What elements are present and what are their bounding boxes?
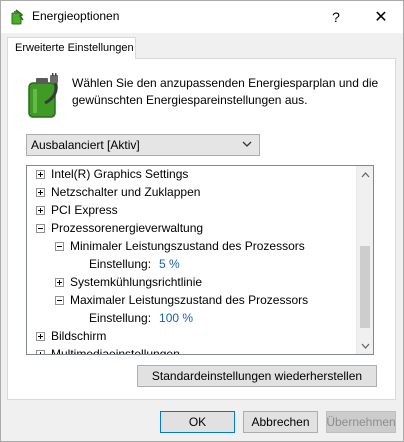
tree-item-label: Prozessorenergieverwaltung (51, 221, 204, 235)
power-plan-selected: Ausbalanciert [Aktiv] (31, 138, 140, 152)
tree-item-power-buttons[interactable]: Netzschalter und Zuklappen (36, 183, 200, 201)
tree-item-pci-express[interactable]: PCI Express (36, 201, 118, 219)
expand-plus-icon[interactable] (55, 277, 64, 287)
collapse-minus-icon[interactable] (36, 223, 45, 233)
settings-tree[interactable]: Intel(R) Graphics Settings Netzschalter … (26, 165, 374, 355)
close-button[interactable]: ✕ (359, 1, 403, 33)
ok-button[interactable]: OK (160, 411, 235, 433)
battery-plug-icon (28, 73, 58, 118)
apply-button[interactable]: Übernehmen (326, 411, 396, 433)
tree-item-processor-power[interactable]: Prozessorenergieverwaltung (36, 219, 203, 237)
collapse-minus-icon[interactable] (55, 295, 64, 305)
description-text: Wählen Sie den anzupassenden Energiespar… (72, 76, 379, 107)
expand-plus-icon[interactable] (36, 349, 45, 354)
scroll-down-arrow-icon[interactable] (357, 337, 373, 354)
expand-plus-icon[interactable] (36, 205, 45, 215)
tree-item-label: Systemkühlungsrichtlinie (70, 275, 203, 289)
tree-item-label: PCI Express (51, 203, 118, 217)
max-setting-value[interactable]: 100 % (159, 311, 193, 325)
min-setting-value[interactable]: 5 % (159, 257, 180, 271)
window-title: Energieoptionen (32, 9, 120, 23)
collapse-minus-icon[interactable] (55, 241, 64, 251)
tree-item-label: Netzschalter und Zuklappen (51, 185, 201, 199)
tree-item-label: Maximaler Leistungszustand des Prozessor… (70, 293, 309, 307)
tree-item-max-setting[interactable]: Einstellung: 100 % (89, 309, 193, 327)
tree-item-label: Minimaler Leistungszustand des Prozessor… (70, 239, 305, 253)
scroll-thumb[interactable] (360, 246, 370, 328)
energy-options-dialog: Energieoptionen ? ✕ Erweiterte Einstellu… (0, 0, 404, 442)
tree-item-intel-graphics[interactable]: Intel(R) Graphics Settings (36, 166, 189, 183)
power-plan-dropdown[interactable]: Ausbalanciert [Aktiv] (26, 134, 260, 156)
setting-label: Einstellung: (89, 257, 152, 271)
tree-item-min-setting[interactable]: Einstellung: 5 % (89, 255, 180, 273)
tree-item-display[interactable]: Bildschirm (36, 327, 106, 345)
power-options-icon (11, 9, 24, 25)
expand-plus-icon[interactable] (36, 169, 45, 179)
scroll-up-arrow-icon[interactable] (357, 166, 373, 183)
title-bar[interactable]: Energieoptionen ? ✕ (1, 1, 403, 33)
tree-item-label: Bildschirm (51, 329, 107, 343)
chevron-down-icon (242, 141, 252, 147)
expand-plus-icon[interactable] (36, 187, 45, 197)
tree-item-cooling-policy[interactable]: Systemkühlungsrichtlinie (55, 273, 202, 291)
tree-scrollbar[interactable] (356, 166, 373, 354)
tab-advanced-settings[interactable]: Erweiterte Einstellungen (7, 37, 136, 59)
expand-plus-icon[interactable] (36, 331, 45, 341)
cancel-button[interactable]: Abbrechen (243, 411, 318, 433)
tree-item-multimedia[interactable]: Multimediaeinstellungen (36, 345, 180, 355)
tree-item-label: Intel(R) Graphics Settings (51, 167, 189, 181)
tree-item-min-processor-state[interactable]: Minimaler Leistungszustand des Prozessor… (55, 237, 305, 255)
setting-label: Einstellung: (89, 311, 152, 325)
tree-item-max-processor-state[interactable]: Maximaler Leistungszustand des Prozessor… (55, 291, 308, 309)
help-button[interactable]: ? (314, 1, 358, 33)
restore-defaults-button[interactable]: Standardeinstellungen wiederherstellen (137, 365, 377, 387)
tree-item-label: Multimediaeinstellungen (51, 347, 180, 355)
